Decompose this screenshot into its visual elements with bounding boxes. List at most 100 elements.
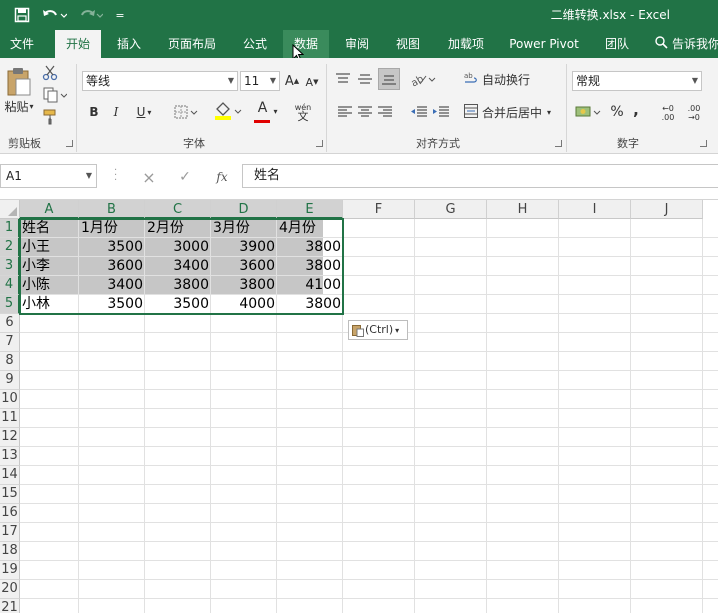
row-header-2[interactable]: 2 [0,238,20,257]
bold-button[interactable]: B [86,102,102,122]
underline-button[interactable]: U ▾ [130,102,158,122]
insert-function-button[interactable]: fx [212,168,232,186]
redo-icon[interactable] [76,5,104,25]
font-size-select[interactable]: 11 ▼ [240,71,280,91]
tab-add-ins[interactable]: 加载项 [438,30,494,58]
paste-button[interactable]: 粘贴 ▾ [2,98,36,114]
column-header-i[interactable]: I [559,200,631,219]
tab-view[interactable]: 视图 [386,30,430,58]
row-header-7[interactable]: 7 [0,333,20,352]
row-header-14[interactable]: 14 [0,466,20,485]
confirm-entry-button[interactable]: ✓ [176,168,194,186]
row-header-19[interactable]: 19 [0,561,20,580]
accounting-format-icon[interactable] [574,102,604,122]
row-header-12[interactable]: 12 [0,428,20,447]
tab-team[interactable]: 团队 [595,30,639,58]
column-header-c[interactable]: C [145,200,211,219]
row-header-8[interactable]: 8 [0,352,20,371]
alignment-launcher-icon[interactable] [555,140,562,147]
increase-indent-icon[interactable] [432,104,450,120]
column-header-f[interactable]: F [343,200,415,219]
align-top-icon[interactable] [334,70,352,88]
font-launcher-icon[interactable] [316,140,323,147]
row-header-10[interactable]: 10 [0,390,20,409]
row-header-13[interactable]: 13 [0,447,20,466]
column-header-b[interactable]: B [79,200,145,219]
row-header-4[interactable]: 4 [0,276,20,295]
clipboard-launcher-icon[interactable] [66,140,73,147]
tab-page-layout[interactable]: 页面布局 [158,30,226,58]
undo-icon[interactable] [40,5,68,25]
copy-icon[interactable] [40,86,70,104]
name-box[interactable]: A1 ▼ [0,164,97,188]
number-launcher-icon[interactable] [700,140,707,147]
percent-button[interactable]: % [610,102,624,122]
selection-border [19,218,344,315]
fill-color-icon[interactable] [212,100,244,122]
tab-power-pivot[interactable]: Power Pivot [502,30,586,58]
tab-file[interactable]: 文件 [0,30,44,58]
customize-quick-access-icon[interactable]: = [112,5,128,25]
row-header-17[interactable]: 17 [0,523,20,542]
align-left-icon[interactable] [338,104,352,120]
column-header-j[interactable]: J [631,200,703,219]
comma-style-button[interactable]: , [630,100,642,120]
cancel-entry-button[interactable]: × [140,168,158,187]
row-header-5[interactable]: 5 [0,295,20,314]
column-gridline [414,219,415,613]
borders-icon[interactable] [172,102,202,122]
column-header-h[interactable]: H [487,200,559,219]
orientation-icon[interactable]: ab [408,70,438,88]
worksheet-grid[interactable]: A B C D E F G H I J 1 2 3 4 5 6 7 8 9 10 11 12 13 14 15 16 17 18 19 2… [0,200,718,613]
align-right-icon[interactable] [378,104,392,120]
grow-font-button[interactable]: A ▲ [284,71,300,91]
italic-button[interactable]: I [108,102,124,122]
ribbon-home: 粘贴 ▾ 剪贴板 等线 ▼ 11 ▼ A ▲ A ▼ B I U ▾ A ▾ wén 文 字体 [0,58,718,154]
column-header-e[interactable]: E [277,200,343,219]
row-gridline [20,503,718,504]
merge-center-button[interactable]: 合并后居中 ▾ [464,102,564,122]
tab-insert[interactable]: 插入 [107,30,151,58]
increase-decimal-button[interactable]: ←0.00 [658,102,678,124]
shrink-font-button[interactable]: A ▼ [304,73,320,91]
select-all-button[interactable] [0,200,20,219]
tab-review[interactable]: 审阅 [335,30,379,58]
formula-bar-drag-handle[interactable]: · · · [114,166,117,186]
row-header-3[interactable]: 3 [0,257,20,276]
row-header-6[interactable]: 6 [0,314,20,333]
tab-home[interactable]: 开始 [55,30,101,58]
decrease-decimal-button[interactable]: .00 →0 [684,102,704,124]
format-painter-icon[interactable] [40,108,60,126]
align-middle-icon[interactable] [356,70,374,88]
tell-me-box[interactable]: 告诉我你 [655,30,718,58]
paste-icon[interactable] [4,66,34,98]
tab-formulas[interactable]: 公式 [233,30,277,58]
row-header-1[interactable]: 1 [0,219,20,238]
column-header-g[interactable]: G [415,200,487,219]
column-gridline [558,219,559,613]
align-bottom-icon[interactable] [378,68,400,90]
row-header-9[interactable]: 9 [0,371,20,390]
decrease-indent-icon[interactable] [410,104,428,120]
row-header-18[interactable]: 18 [0,542,20,561]
number-format-select[interactable]: 常规 ▼ [572,71,702,91]
font-name-select[interactable]: 等线 ▼ [82,71,238,91]
row-header-21[interactable]: 21 [0,599,20,613]
font-color-button[interactable]: A ▾ [250,100,282,123]
wrap-text-button[interactable]: ab 自动换行 [464,70,540,88]
row-header-20[interactable]: 20 [0,580,20,599]
save-icon[interactable] [12,5,32,25]
row-header-15[interactable]: 15 [0,485,20,504]
row-header-16[interactable]: 16 [0,504,20,523]
column-header-a[interactable]: A [20,200,79,219]
tab-data[interactable]: 数据 [283,30,329,58]
row-gridline [20,484,718,485]
paste-options-button[interactable]: (Ctrl) ▾ [348,320,408,340]
row-header-11[interactable]: 11 [0,409,20,428]
cut-icon[interactable] [40,64,60,82]
excel-window: = 二维转换.xlsx - Excel 文件 开始 插入 页面布局 公式 数据 … [0,0,718,613]
phonetic-guide-button[interactable]: wén 文 [290,100,316,124]
formula-input[interactable]: 姓名 [242,164,718,188]
column-header-d[interactable]: D [211,200,277,219]
align-center-icon[interactable] [358,104,372,120]
